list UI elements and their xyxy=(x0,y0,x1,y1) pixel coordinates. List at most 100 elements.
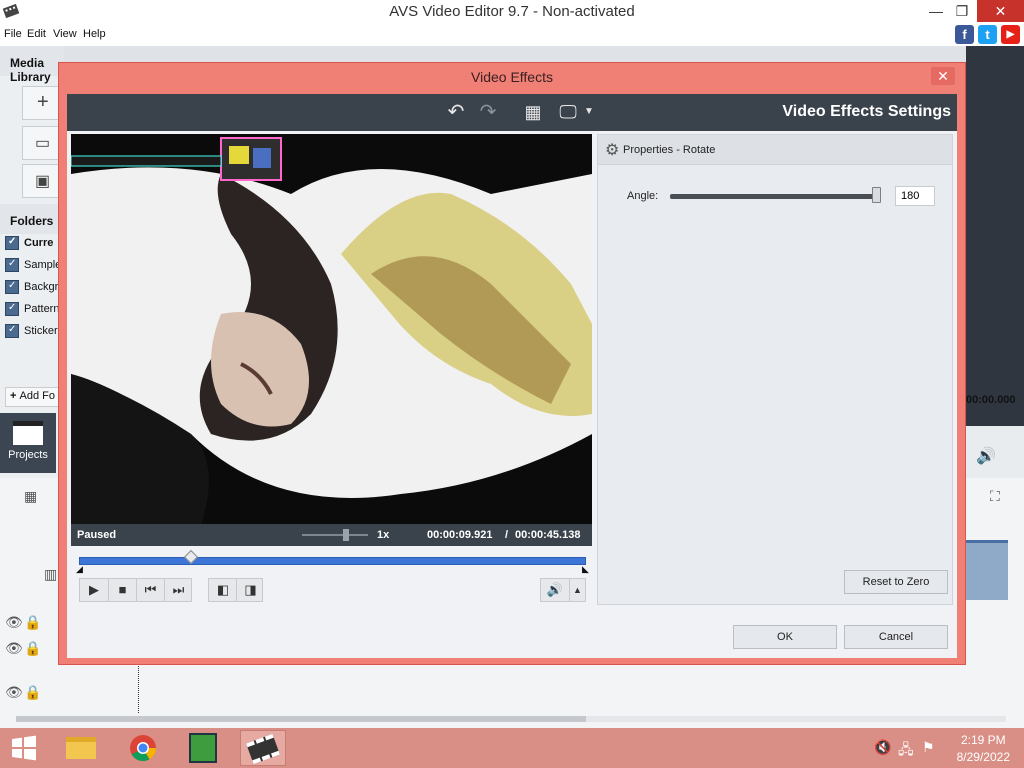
menu-bar: File Edit View Help f t ▶ xyxy=(0,24,1024,46)
action-center-icon[interactable]: ⚑ xyxy=(922,739,935,756)
minimize-button[interactable]: — xyxy=(922,0,950,22)
fit-icon[interactable]: ⛶ xyxy=(990,488,1000,505)
restore-button[interactable]: ❐ xyxy=(948,0,976,22)
settings-title: Video Effects Settings xyxy=(782,103,951,120)
dialog-close-button[interactable]: ✕ xyxy=(931,67,955,85)
play-button[interactable]: ▶ xyxy=(80,579,108,601)
stop-icon: ■ xyxy=(118,582,127,597)
lock-icon[interactable]: 🔒 xyxy=(24,684,41,701)
clock[interactable]: 2:19 PM 8/29/2022 xyxy=(957,733,1010,764)
angle-slider[interactable] xyxy=(670,194,880,199)
stop-button[interactable]: ■ xyxy=(108,579,136,601)
menu-view[interactable]: View xyxy=(53,28,77,40)
add-folder-button[interactable]: + Add Fo xyxy=(5,387,65,407)
transport-controls: ▶ ■ ⏮ ⏭ xyxy=(79,578,192,602)
volume-button[interactable]: 🔊 xyxy=(541,579,569,601)
horizontal-scrollbar[interactable] xyxy=(16,716,1006,722)
menu-file[interactable]: File xyxy=(4,28,22,40)
folders-heading: Folders xyxy=(0,204,64,234)
folder-icon xyxy=(66,737,96,759)
window-titlebar: AVS Video Editor 9.7 - Non-activated — ❐… xyxy=(0,0,1024,24)
clock-date: 8/29/2022 xyxy=(956,750,1010,764)
eye-icon[interactable]: 👁 xyxy=(5,640,23,657)
chrome-icon xyxy=(130,735,157,762)
speed-value: 1x xyxy=(377,529,390,541)
projects-button[interactable]: Projects xyxy=(0,413,56,473)
folder-checkbox-icon xyxy=(5,302,19,316)
angle-input[interactable] xyxy=(895,186,935,206)
clapperboard-icon xyxy=(13,421,43,445)
ok-button[interactable]: OK xyxy=(733,625,837,649)
video-preview xyxy=(71,134,592,524)
angle-slider-thumb[interactable] xyxy=(871,187,881,203)
folder-item[interactable]: Backgr xyxy=(5,280,63,300)
undo-icon[interactable]: ↶ xyxy=(444,100,468,124)
next-frame-button[interactable]: ⏭ xyxy=(164,579,192,601)
folder-checkbox-icon xyxy=(5,236,19,250)
redo-icon[interactable]: ↷ xyxy=(476,100,500,124)
mark-in-button[interactable]: ◧ xyxy=(209,579,237,601)
volume-controls: 🔊 ▲ xyxy=(540,578,586,602)
previous-frame-button[interactable]: ⏮ xyxy=(136,579,164,601)
folder-item[interactable]: Pattern xyxy=(5,302,63,322)
speaker-icon: 🔊 xyxy=(546,582,564,597)
menu-help[interactable]: Help xyxy=(83,28,106,40)
angle-label: Angle: xyxy=(627,190,659,202)
volume-muted-icon[interactable]: 🔇 xyxy=(874,739,891,756)
window-title: AVS Video Editor 9.7 - Non-activated xyxy=(389,3,635,20)
seek-bar[interactable] xyxy=(79,557,586,565)
mark-out-button[interactable]: ◨ xyxy=(236,579,264,601)
file-explorer-taskbar-button[interactable] xyxy=(58,730,104,766)
gear-icon: ⚙ xyxy=(605,142,620,159)
facebook-icon[interactable]: f xyxy=(955,25,974,44)
seek-start-marker: ◢ xyxy=(76,564,83,574)
current-time: 00:00:09.921 xyxy=(427,529,493,541)
speed-slider[interactable] xyxy=(302,534,368,536)
reset-to-zero-button[interactable]: Reset to Zero xyxy=(844,570,948,594)
timeline-clip[interactable] xyxy=(966,540,1008,600)
taskbar: 🔇 🖧 ⚑ 2:19 PM 8/29/2022 xyxy=(0,728,1024,768)
folder-checkbox-icon xyxy=(5,324,19,338)
cancel-button[interactable]: Cancel xyxy=(844,625,948,649)
app-taskbar-button[interactable] xyxy=(180,730,226,766)
seek-end-marker: ◣ xyxy=(582,564,589,574)
time-separator: / xyxy=(505,529,509,541)
eye-icon[interactable]: 👁 xyxy=(5,614,23,631)
skip-forward-icon: ⏭ xyxy=(172,582,185,597)
storyboard-icon[interactable]: ▦ xyxy=(24,488,37,505)
properties-title: Properties - Rotate xyxy=(623,144,716,156)
character-icon xyxy=(189,733,217,763)
network-icon[interactable]: 🖧 xyxy=(898,739,914,763)
grid-icon[interactable]: ▦ xyxy=(521,100,545,124)
eye-icon[interactable]: 👁 xyxy=(5,684,23,701)
folder-item[interactable]: Sample xyxy=(5,258,63,278)
folder-item[interactable]: Sticker xyxy=(5,324,63,344)
window-close-button[interactable]: ✕ xyxy=(977,0,1024,22)
media-library-heading: Media Library xyxy=(0,46,64,84)
playback-status-bar: Paused 1x 00:00:09.921 / 00:00:45.138 xyxy=(71,524,592,546)
marker-controls: ◧ ◨ xyxy=(208,578,263,602)
chrome-taskbar-button[interactable] xyxy=(120,730,166,766)
properties-panel: ⚙ Properties - Rotate Angle: Reset to Ze… xyxy=(597,134,953,605)
chevron-down-icon[interactable]: ▼ xyxy=(577,100,601,124)
start-button[interactable] xyxy=(0,730,48,766)
track-icon: ▥ xyxy=(44,566,58,582)
folder-item[interactable]: Curre xyxy=(5,236,63,256)
dialog-body: ↶ ↷ ▦ 🖵 ▼ Video Effects Settings Paused … xyxy=(67,94,957,658)
camera-icon: ▭ xyxy=(35,135,51,152)
properties-header: ⚙ Properties - Rotate xyxy=(598,135,952,165)
speed-slider-thumb[interactable] xyxy=(343,529,349,541)
twitter-icon[interactable]: t xyxy=(978,25,997,44)
lock-icon[interactable]: 🔒 xyxy=(24,614,41,631)
volume-menu-button[interactable]: ▲ xyxy=(569,579,585,601)
lock-icon[interactable]: 🔒 xyxy=(24,640,41,657)
menu-edit[interactable]: Edit xyxy=(27,28,46,40)
folder-checkbox-icon xyxy=(5,280,19,294)
player-timecode: 00:00.000 xyxy=(966,394,1016,406)
dialog-title: Video Effects xyxy=(471,69,553,85)
mark-out-icon: ◨ xyxy=(244,582,257,597)
player-volume-icon[interactable]: 🔊 xyxy=(976,446,996,466)
youtube-icon[interactable]: ▶ xyxy=(1001,25,1020,44)
mark-in-icon: ◧ xyxy=(216,582,230,597)
avs-taskbar-button[interactable] xyxy=(240,730,286,766)
